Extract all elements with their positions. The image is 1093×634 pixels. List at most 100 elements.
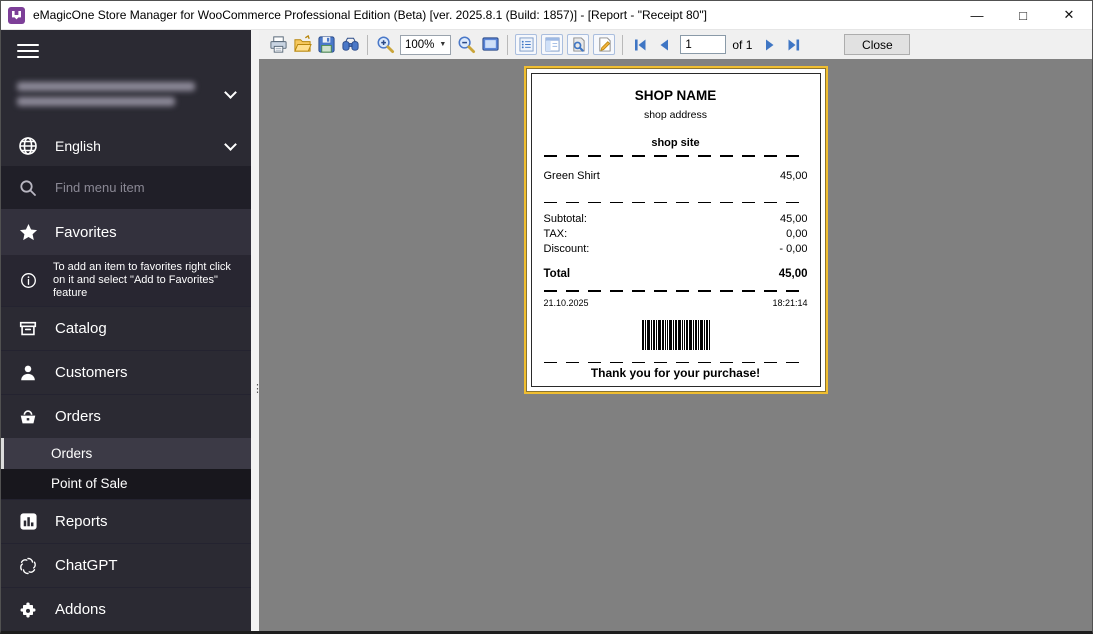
close-window-button[interactable]: ✕ <box>1046 1 1092 29</box>
dropdown-arrow-icon: ▼ <box>439 41 446 48</box>
star-icon <box>17 223 39 242</box>
receipt-shop-site: shop site <box>544 137 808 149</box>
chevron-down-icon <box>224 138 237 151</box>
zoom-out-button[interactable] <box>454 33 478 57</box>
chatgpt-icon <box>17 556 39 576</box>
open-button[interactable] <box>290 33 314 57</box>
search-placeholder: Find menu item <box>55 180 145 195</box>
item-price: 45,00 <box>780 170 808 182</box>
favorites-hint-text: To add an item to favorites right click … <box>53 261 235 300</box>
print-button[interactable] <box>266 33 290 57</box>
find-button[interactable] <box>338 33 362 57</box>
title-bar: eMagicOne Store Manager for WooCommerce … <box>1 1 1092 30</box>
save-button[interactable] <box>314 33 338 57</box>
sidebar-item-favorites[interactable]: Favorites <box>1 209 251 255</box>
close-report-button[interactable]: Close <box>844 34 910 55</box>
toolbar-separator <box>367 35 368 55</box>
sidebar-subitem-point-of-sale[interactable]: Point of Sale <box>1 469 251 500</box>
sidebar-item-label: Addons <box>55 601 106 618</box>
report-properties-button[interactable] <box>567 34 589 55</box>
receipt-divider <box>544 202 808 204</box>
catalog-box-icon <box>17 319 39 339</box>
total-row: Total 45,00 <box>544 268 808 280</box>
report-toolbar: 100% ▼ <box>259 30 1092 59</box>
thank-you-message: Thank you for your purchase! <box>544 366 808 380</box>
total-label: Total <box>544 268 571 280</box>
hamburger-menu-icon[interactable] <box>17 40 39 62</box>
receipt-time: 18:21:14 <box>772 298 807 308</box>
discount-row: Discount: - 0,00 <box>544 242 808 257</box>
toolbar-separator <box>507 35 508 55</box>
discount-value: - 0,00 <box>779 242 807 257</box>
sidebar-item-label: Catalog <box>55 320 107 337</box>
subtotal-value: 45,00 <box>780 212 808 227</box>
window-title: eMagicOne Store Manager for WooCommerce … <box>33 8 954 22</box>
sidebar-item-orders[interactable]: Orders <box>1 394 251 438</box>
sidebar-item-customers[interactable]: Customers <box>1 350 251 394</box>
search-icon <box>17 179 39 197</box>
receipt-divider <box>544 290 808 292</box>
favorites-hint-row: To add an item to favorites right click … <box>1 255 251 306</box>
subtotal-row: Subtotal: 45,00 <box>544 212 808 227</box>
sidebar-subitem-orders[interactable]: Orders <box>1 438 251 469</box>
zoom-level-value: 100% <box>405 39 434 51</box>
person-icon <box>17 363 39 383</box>
report-outline-button[interactable] <box>515 34 537 55</box>
thumbnails-panel-button[interactable] <box>541 34 563 55</box>
menu-search-input[interactable]: Find menu item <box>1 166 251 209</box>
bar-chart-icon <box>17 512 39 531</box>
previous-page-button[interactable] <box>652 33 676 57</box>
sidebar-subitem-label: Point of Sale <box>51 476 128 491</box>
zoom-level-dropdown[interactable]: 100% ▼ <box>400 35 451 55</box>
language-label: English <box>55 138 226 154</box>
language-selector[interactable]: English <box>1 126 251 166</box>
globe-icon <box>17 136 39 156</box>
receipt-shop-name: SHOP NAME <box>544 88 808 103</box>
full-screen-button[interactable] <box>478 33 502 57</box>
sidebar-item-label: Reports <box>55 513 108 530</box>
app-logo-icon <box>8 7 25 24</box>
total-value: 45,00 <box>779 268 808 280</box>
receipt-divider <box>544 362 808 364</box>
favorites-label: Favorites <box>55 224 117 241</box>
info-icon <box>17 272 39 289</box>
receipt-date: 21.10.2025 <box>544 298 589 308</box>
page-number-input[interactable] <box>680 35 726 54</box>
receipt-divider <box>544 155 808 157</box>
splitter-handle-icon: ⋮ <box>252 382 262 395</box>
page-count-label: of 1 <box>732 38 752 52</box>
receipt-item-row: Green Shirt 45,00 <box>544 170 808 182</box>
sidebar-item-reports[interactable]: Reports <box>1 499 251 543</box>
app-window: eMagicOne Store Manager for WooCommerce … <box>0 0 1093 634</box>
tax-row: TAX: 0,00 <box>544 227 808 242</box>
first-page-button[interactable] <box>628 33 652 57</box>
receipt-page[interactable]: SHOP NAME shop address shop site Green S… <box>524 66 828 394</box>
sidebar-item-addons[interactable]: Addons <box>1 587 251 631</box>
report-preview-area: SHOP NAME shop address shop site Green S… <box>259 59 1092 631</box>
store-selector[interactable] <box>1 62 251 126</box>
puzzle-icon <box>17 600 39 620</box>
sidebar-item-label: Orders <box>55 408 101 425</box>
datetime-row: 21.10.2025 18:21:14 <box>544 298 808 308</box>
sidebar-item-catalog[interactable]: Catalog <box>1 306 251 350</box>
last-page-button[interactable] <box>782 33 806 57</box>
store-name-redacted <box>17 76 226 112</box>
toolbar-separator <box>622 35 623 55</box>
sidebar-subitem-label: Orders <box>51 446 92 461</box>
edit-page-button[interactable] <box>593 34 615 55</box>
next-page-button[interactable] <box>758 33 782 57</box>
tax-value: 0,00 <box>786 227 807 242</box>
item-name: Green Shirt <box>544 170 600 182</box>
barcode <box>544 320 808 350</box>
sidebar-item-label: ChatGPT <box>55 557 118 574</box>
subtotal-label: Subtotal: <box>544 212 587 227</box>
sidebar-item-chatgpt[interactable]: ChatGPT <box>1 543 251 587</box>
basket-icon <box>17 407 39 427</box>
discount-label: Discount: <box>544 242 590 257</box>
minimize-button[interactable]: — <box>954 1 1000 29</box>
tax-label: TAX: <box>544 227 568 242</box>
maximize-button[interactable]: □ <box>1000 1 1046 29</box>
chevron-down-icon <box>224 86 237 99</box>
sidebar-splitter[interactable]: ⋮ <box>251 30 259 631</box>
zoom-in-button[interactable] <box>373 33 397 57</box>
